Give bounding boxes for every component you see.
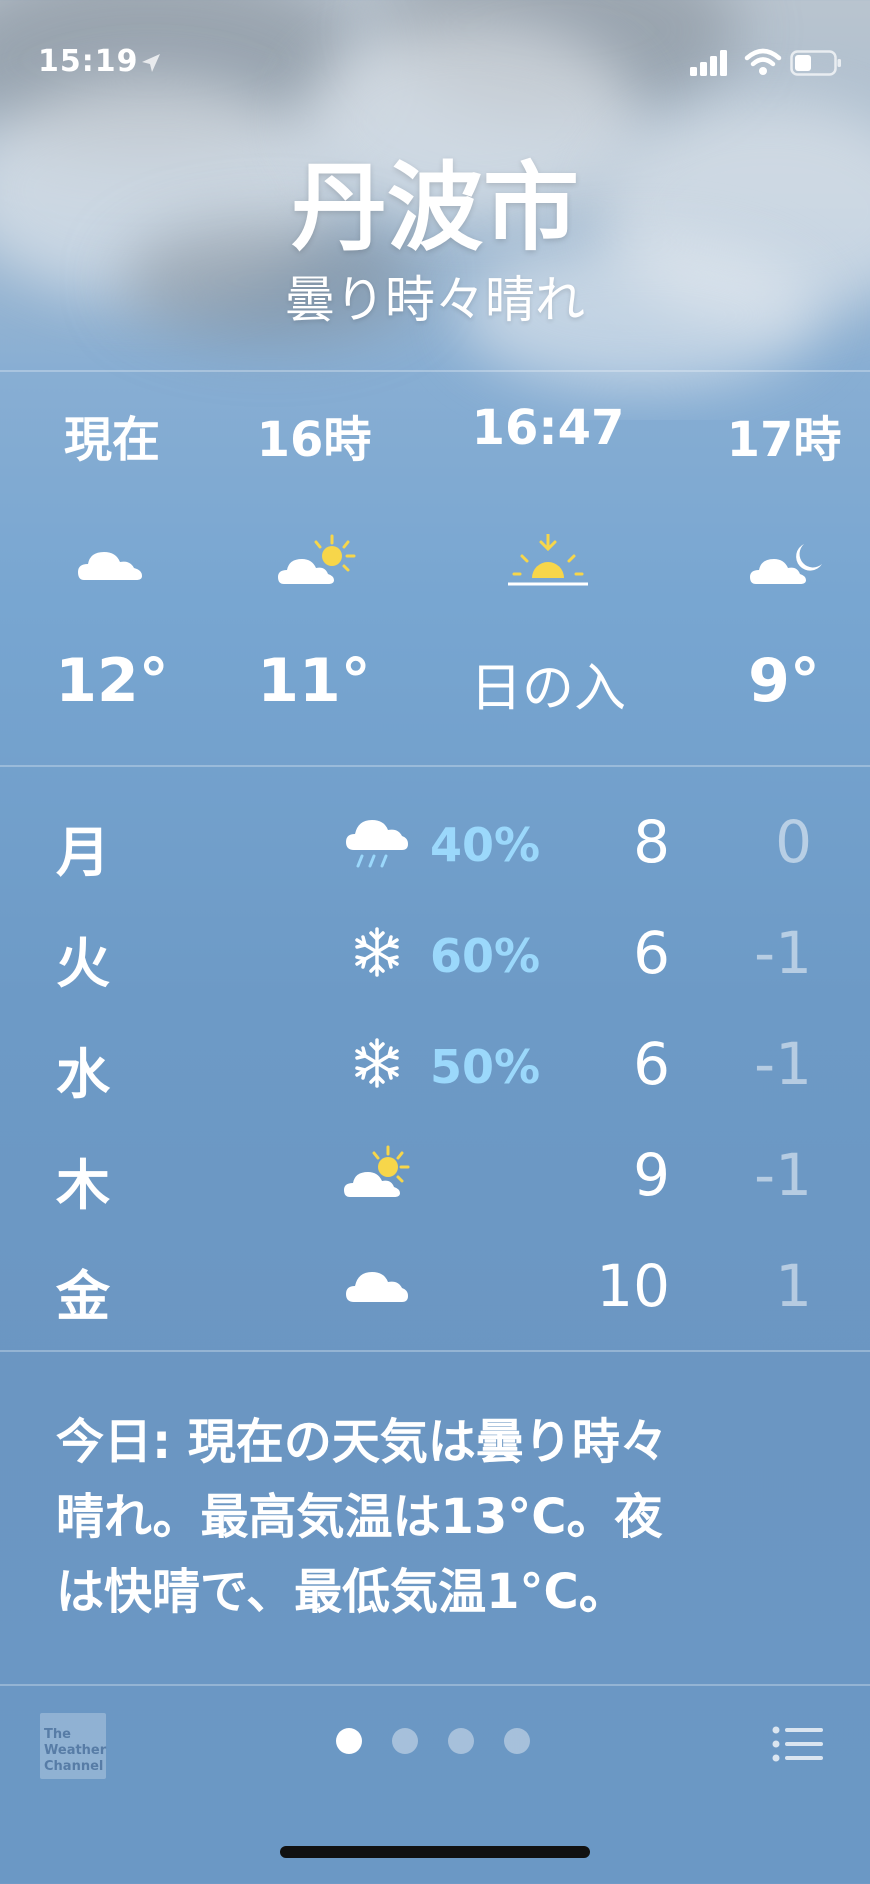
- partly-sunny-icon: [278, 534, 356, 584]
- day-name: 月: [56, 821, 110, 884]
- divider: [0, 765, 870, 767]
- cloud-icon: [346, 1272, 408, 1302]
- day-name: 火: [56, 932, 110, 995]
- status-time: 15:19: [38, 44, 139, 79]
- high-temp: 6: [633, 919, 670, 987]
- hourly-time: 17時: [726, 412, 842, 468]
- hourly-time: 16:47: [471, 400, 625, 456]
- day-name: 金: [56, 1265, 110, 1328]
- page-indicator[interactable]: [336, 1728, 536, 1758]
- hourly-temp: 日の入: [469, 659, 626, 719]
- day-name: 木: [56, 1154, 110, 1217]
- hourly-time: 16時: [256, 412, 372, 468]
- weather-summary: 今日: 現在の天気は曇り時々 晴れ。最高気温は13°C。夜 は快晴で、最低気温1…: [56, 1405, 826, 1630]
- logo-text: Channel: [44, 1759, 104, 1774]
- snowflake-icon: [355, 927, 399, 977]
- cellular-signal-icon: [690, 50, 727, 76]
- rain-cloud-icon: [346, 820, 408, 868]
- page-dot[interactable]: [504, 1728, 530, 1754]
- daily-row: 金 10 1: [0, 1252, 870, 1362]
- status-bar: 15:19: [0, 0, 870, 120]
- summary-line: は快晴で、最低気温1°C。: [56, 1564, 627, 1620]
- precip-chance: 60%: [430, 929, 541, 983]
- battery-icon: [790, 50, 841, 76]
- hourly-item: 16:47 日の入: [448, 400, 648, 721]
- weather-channel-logo[interactable]: The Weather Channel: [40, 1713, 106, 1779]
- logo-text: Weather: [44, 1743, 107, 1758]
- partly-cloudy-night-icon: [750, 544, 822, 584]
- hourly-temp: 9°: [748, 646, 820, 716]
- hourly-time: 現在: [63, 412, 160, 468]
- page-dot[interactable]: [448, 1728, 474, 1754]
- logo-text: The: [44, 1727, 71, 1742]
- low-temp: -1: [754, 1141, 812, 1209]
- high-temp: 10: [596, 1252, 670, 1320]
- hourly-item: 16時 11°: [214, 400, 414, 716]
- summary-line: 今日: 現在の天気は曇り時々: [56, 1414, 668, 1470]
- low-temp: 0: [775, 808, 812, 876]
- hourly-item: 現在 12°: [12, 400, 212, 716]
- hourly-item: 17時 9°: [684, 400, 870, 716]
- high-temp: 8: [633, 808, 670, 876]
- sunset-icon: [508, 534, 588, 586]
- hourly-temp: 12°: [55, 646, 169, 716]
- precip-chance: 40%: [430, 818, 541, 872]
- cloud-icon: [78, 552, 142, 580]
- daily-row: 木 9 -1: [0, 1141, 870, 1251]
- low-temp: -1: [754, 1030, 812, 1098]
- divider: [0, 1684, 870, 1686]
- page-dot-active[interactable]: [336, 1728, 362, 1754]
- snowflake-icon: [355, 1038, 399, 1088]
- home-indicator[interactable]: [280, 1846, 590, 1858]
- day-name: 水: [56, 1043, 110, 1106]
- location-arrow-icon: [142, 54, 160, 72]
- daily-row: 月 40% 8 0: [0, 808, 870, 918]
- high-temp: 6: [633, 1030, 670, 1098]
- divider: [0, 1350, 870, 1352]
- current-condition: 曇り時々晴れ: [285, 271, 585, 329]
- daily-row: 水 50% 6 -1: [0, 1030, 870, 1140]
- divider: [0, 370, 870, 372]
- low-temp: -1: [754, 919, 812, 987]
- list-icon[interactable]: [772, 1726, 824, 1762]
- wifi-icon: [744, 48, 782, 75]
- city-name: 丹波市: [291, 152, 579, 264]
- partly-sunny-icon: [344, 1145, 410, 1197]
- page-dot[interactable]: [392, 1728, 418, 1754]
- daily-row: 火 60% 6 -1: [0, 919, 870, 1029]
- summary-line: 晴れ。最高気温は13°C。夜: [56, 1489, 663, 1545]
- low-temp: 1: [775, 1252, 812, 1320]
- precip-chance: 50%: [430, 1040, 541, 1094]
- high-temp: 9: [633, 1141, 670, 1209]
- hourly-temp: 11°: [257, 646, 371, 716]
